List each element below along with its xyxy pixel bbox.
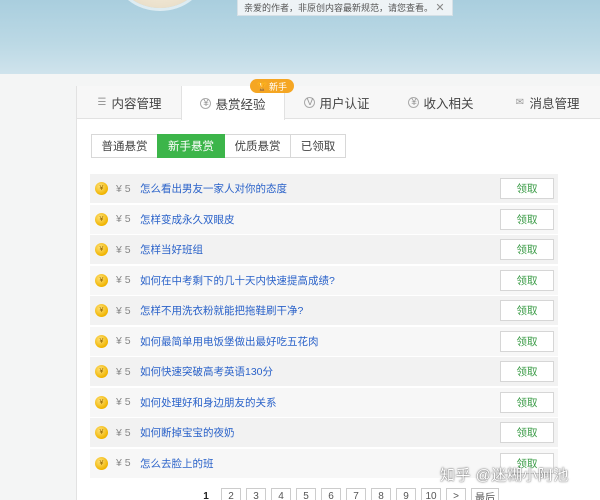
bounty-price: ¥ 5: [116, 426, 131, 439]
badge-label: 新手: [268, 81, 287, 92]
page-link[interactable]: 7: [346, 488, 366, 500]
list-item: ¥ ¥ 5 如何快速突破高考英语130分 领取: [90, 357, 600, 388]
coin-icon: ¥: [200, 97, 212, 109]
question-link[interactable]: 怎样变成永久双眼皮: [140, 212, 235, 227]
tab-income[interactable]: ¥ 收入相关: [389, 86, 493, 119]
newbie-badge: 🏆 新手: [250, 79, 294, 93]
bounty-price: ¥ 5: [116, 274, 131, 287]
avatar: [118, 0, 202, 8]
claim-button[interactable]: 领取: [500, 300, 554, 321]
list-item: ¥ ¥ 5 怎样当好班组 领取: [90, 235, 600, 266]
list-item: ¥ ¥ 5 如何在中考剩下的几十天内快速提高成绩? 领取: [90, 265, 600, 296]
list-item: ¥ ¥ 5 怎样不用洗衣粉就能把拖鞋刷干净? 领取: [90, 296, 600, 327]
bounty-price: ¥ 5: [116, 213, 131, 226]
claim-button[interactable]: 领取: [500, 208, 554, 230]
v-badge-icon: V: [304, 97, 316, 108]
claim-button[interactable]: 领取: [500, 391, 554, 413]
bounty-price: ¥ 5: [116, 457, 131, 470]
watermark: 知乎 @迷糊小阿池: [440, 467, 569, 484]
pagination: 1 2 3 4 5 6 7 8 9 10 > 最后: [196, 488, 504, 500]
mail-icon: ✉: [515, 97, 525, 108]
question-link[interactable]: 怎么去脸上的班: [140, 456, 214, 471]
claim-button[interactable]: 领取: [500, 178, 554, 199]
coin-icon: ¥: [95, 395, 108, 409]
tab-user-verification[interactable]: V 用户认证: [285, 86, 389, 119]
claim-button[interactable]: 领取: [500, 239, 554, 260]
page-link[interactable]: 6: [321, 488, 341, 500]
question-link[interactable]: 怎样当好班组: [140, 242, 203, 257]
notice-text[interactable]: 亲爱的作者，非原创内容最新规范，请您查看。: [244, 1, 434, 14]
question-link[interactable]: 如何断掉宝宝的夜奶: [140, 425, 235, 440]
list-item: ¥ ¥ 5 如何最简单用电饭堡做出最好吃五花肉 领取: [90, 326, 600, 357]
yen-icon: ¥: [408, 97, 420, 108]
question-link[interactable]: 怎样不用洗衣粉就能把拖鞋刷干净?: [140, 303, 303, 318]
close-icon[interactable]: ✕: [434, 1, 446, 14]
subtab-quality-bounty[interactable]: 优质悬赏: [224, 134, 291, 158]
tab-label: 内容管理: [111, 97, 162, 111]
page-link[interactable]: 3: [246, 488, 266, 500]
bounty-list: ¥ ¥ 5 怎么看出男友一家人对你的态度 领取 ¥ ¥ 5 怎样变成永久双眼皮 …: [90, 174, 600, 479]
list-item: ¥ ¥ 5 怎么看出男友一家人对你的态度 领取: [90, 174, 600, 205]
claim-button[interactable]: 领取: [500, 330, 554, 352]
page-current: 1: [203, 490, 209, 500]
list-icon: ☰: [97, 97, 107, 108]
list-item: ¥ ¥ 5 怎样变成永久双眼皮 领取: [90, 204, 600, 235]
tab-bar: ☰ 内容管理 ¥ 悬赏经验 V 用户认证 ¥ 收入相关 ✉ 消息管理: [77, 86, 600, 120]
tab-label: 收入相关: [423, 97, 474, 111]
bounty-price: ¥ 5: [116, 243, 131, 256]
page-link[interactable]: 9: [396, 488, 416, 500]
question-link[interactable]: 如何快速突破高考英语130分: [140, 364, 273, 379]
tab-label: 悬赏经验: [215, 97, 266, 112]
bounty-price: ¥ 5: [116, 396, 131, 409]
tab-content-management[interactable]: ☰ 内容管理: [77, 86, 181, 119]
coin-icon: ¥: [95, 212, 108, 226]
next-page-button[interactable]: >: [446, 488, 466, 500]
question-link[interactable]: 如何在中考剩下的几十天内快速提高成绩?: [140, 273, 335, 288]
page-link[interactable]: 8: [371, 488, 391, 500]
subtab-claimed[interactable]: 已领取: [290, 134, 346, 158]
trophy-icon: 🏆: [257, 81, 267, 91]
coin-icon: ¥: [95, 456, 108, 470]
tab-label: 消息管理: [529, 97, 580, 111]
bounty-price: ¥ 5: [116, 365, 131, 378]
claim-button[interactable]: 领取: [500, 361, 554, 382]
page-link[interactable]: 10: [421, 488, 441, 500]
page-link[interactable]: 2: [221, 488, 241, 500]
question-link[interactable]: 如何最简单用电饭堡做出最好吃五花肉: [140, 334, 319, 349]
top-banner: 亲爱的作者，非原创内容最新规范，请您查看。 ✕: [0, 0, 600, 74]
tab-messages[interactable]: ✉ 消息管理: [493, 86, 600, 119]
page-link[interactable]: 5: [296, 488, 316, 500]
subtab-newbie-bounty[interactable]: 新手悬赏: [157, 134, 225, 158]
claim-button[interactable]: 领取: [500, 422, 554, 443]
bounty-price: ¥ 5: [116, 182, 131, 195]
coin-icon: ¥: [95, 334, 108, 348]
list-item: ¥ ¥ 5 如何处理好和身边朋友的关系 领取: [90, 387, 600, 418]
tab-label: 用户认证: [319, 97, 370, 111]
bounty-subtabs: 普通悬赏 新手悬赏 优质悬赏 已领取: [91, 134, 346, 158]
subtab-normal-bounty[interactable]: 普通悬赏: [91, 134, 158, 158]
list-item: ¥ ¥ 5 如何断掉宝宝的夜奶 领取: [90, 418, 600, 449]
bounty-price: ¥ 5: [116, 335, 131, 348]
notice-bar: 亲爱的作者，非原创内容最新规范，请您查看。 ✕: [237, 0, 453, 16]
last-page-button[interactable]: 最后: [471, 488, 499, 500]
question-link[interactable]: 如何处理好和身边朋友的关系: [140, 395, 277, 410]
coin-icon: ¥: [95, 273, 108, 287]
claim-button[interactable]: 领取: [500, 269, 554, 291]
page-link[interactable]: 4: [271, 488, 291, 500]
bounty-price: ¥ 5: [116, 304, 131, 317]
question-link[interactable]: 怎么看出男友一家人对你的态度: [140, 181, 287, 196]
